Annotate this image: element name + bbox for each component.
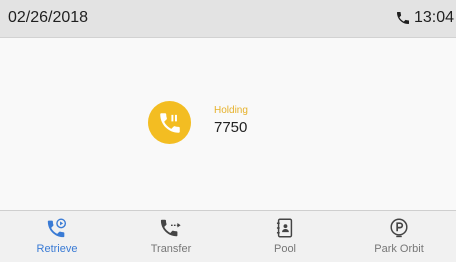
park-orbit-icon bbox=[390, 218, 408, 238]
pool-button[interactable]: Pool bbox=[228, 211, 342, 262]
softkey-label: Pool bbox=[273, 243, 297, 255]
retrieve-button[interactable]: Retrieve bbox=[0, 211, 114, 262]
phone-icon bbox=[396, 12, 409, 24]
call-info: Holding 7750 bbox=[214, 105, 248, 137]
park-orbit-button[interactable]: Park Orbit bbox=[342, 211, 456, 262]
held-call[interactable]: Holding 7750 bbox=[148, 101, 248, 144]
status-bar: 02/26/2018 13:04 bbox=[0, 0, 456, 38]
call-number: 7750 bbox=[214, 119, 248, 136]
status-date: 02/26/2018 bbox=[8, 9, 89, 26]
call-area: Holding 7750 bbox=[0, 38, 456, 210]
retrieve-call-icon bbox=[47, 218, 67, 238]
softkey-bar: Retrieve Transfer Pool Park Orbit bbox=[0, 210, 456, 262]
softkey-label: Retrieve bbox=[36, 243, 78, 255]
transfer-call-icon bbox=[160, 219, 181, 237]
phone-screen: 02/26/2018 13:04 Holding 7750 Retrieve T… bbox=[0, 0, 456, 262]
contact-book-icon bbox=[276, 218, 293, 238]
softkey-label: Park Orbit bbox=[374, 243, 424, 255]
softkey-label: Transfer bbox=[150, 243, 192, 255]
transfer-button[interactable]: Transfer bbox=[114, 211, 228, 262]
status-time: 13:04 bbox=[413, 9, 454, 26]
phone-hold-icon bbox=[148, 101, 191, 144]
call-status-label: Holding bbox=[214, 105, 248, 116]
status-right: 13:04 bbox=[395, 9, 454, 27]
